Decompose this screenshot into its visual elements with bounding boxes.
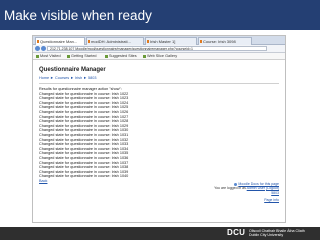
docs-icon [234, 182, 238, 186]
institution-name: Ollscoil Chathair Bhaile Átha Cliath Dub… [249, 229, 305, 237]
page-footer: Moodle Docs for this page You are logged… [179, 182, 279, 203]
moodle-icon [147, 40, 149, 43]
moodle-icon [88, 40, 90, 43]
moodle-docs-link[interactable]: Moodle Docs for this page [238, 182, 279, 186]
logged-in-text: You are logged in as [214, 186, 246, 191]
dcu-logo: DCU [227, 228, 246, 237]
tab-administration[interactable]: modDH: Administrati... [86, 37, 144, 45]
bookmark-icon [105, 55, 108, 58]
divider [39, 83, 279, 84]
tab-course-irish[interactable]: Course: Irish 3098 [198, 37, 252, 45]
bookmark-getting-started[interactable]: Getting Started [67, 54, 97, 59]
slide-title: Make visible when ready [4, 8, 152, 23]
url-field[interactable]: 212.71.238.107 Moodle/mod/questionnaire/… [47, 46, 267, 51]
tab-questionnaire-manager[interactable]: Questionnaire Man... [35, 37, 85, 45]
bookmark-icon [67, 55, 70, 58]
tab-label: Course: Irish 3098 [203, 39, 236, 44]
page-info-link[interactable]: Page info [264, 198, 279, 202]
bookmark-web-slice-gallery[interactable]: Web Slice Gallery [143, 54, 177, 59]
home-link[interactable]: 5803 [271, 191, 279, 195]
moodle-icon [37, 40, 39, 43]
tab-label: Questionnaire Man... [40, 39, 78, 44]
tab-label: modDH: Administrati... [91, 39, 131, 44]
tab-irish-master[interactable]: Irish Master 1] [145, 37, 197, 45]
browser-screenshot: Questionnaire Man... modDH: Administrati… [32, 35, 286, 223]
institution-line-english: Dublin City University [249, 233, 284, 238]
back-link[interactable]: Back [39, 179, 199, 184]
page-title: Questionnaire Manager [39, 67, 106, 73]
address-bar: 212.71.238.107 Moodle/mod/questionnaire/… [33, 45, 285, 53]
moodle-icon [200, 40, 202, 43]
back-arrow-icon[interactable] [35, 46, 40, 51]
tab-strip: Questionnaire Man... modDH: Administrati… [33, 36, 285, 45]
logout-link[interactable]: (Logout) [266, 186, 279, 190]
user-link[interactable]: Admin User [247, 186, 265, 190]
breadcrumb[interactable]: Home ► Courses ► Irish ► 5803 [39, 76, 97, 81]
bookmark-icon [36, 55, 39, 58]
bookmarks-bar: Most Visited Getting Started Suggested S… [33, 53, 285, 60]
bookmark-suggested-sites[interactable]: Suggested Sites [105, 54, 137, 59]
forward-arrow-icon[interactable] [41, 46, 46, 51]
bookmark-most-visited[interactable]: Most Visited [36, 54, 61, 59]
results-list: Results for questionnaire manager action… [39, 87, 199, 183]
bookmark-icon [143, 55, 146, 58]
tab-label: Irish Master 1] [150, 39, 176, 44]
